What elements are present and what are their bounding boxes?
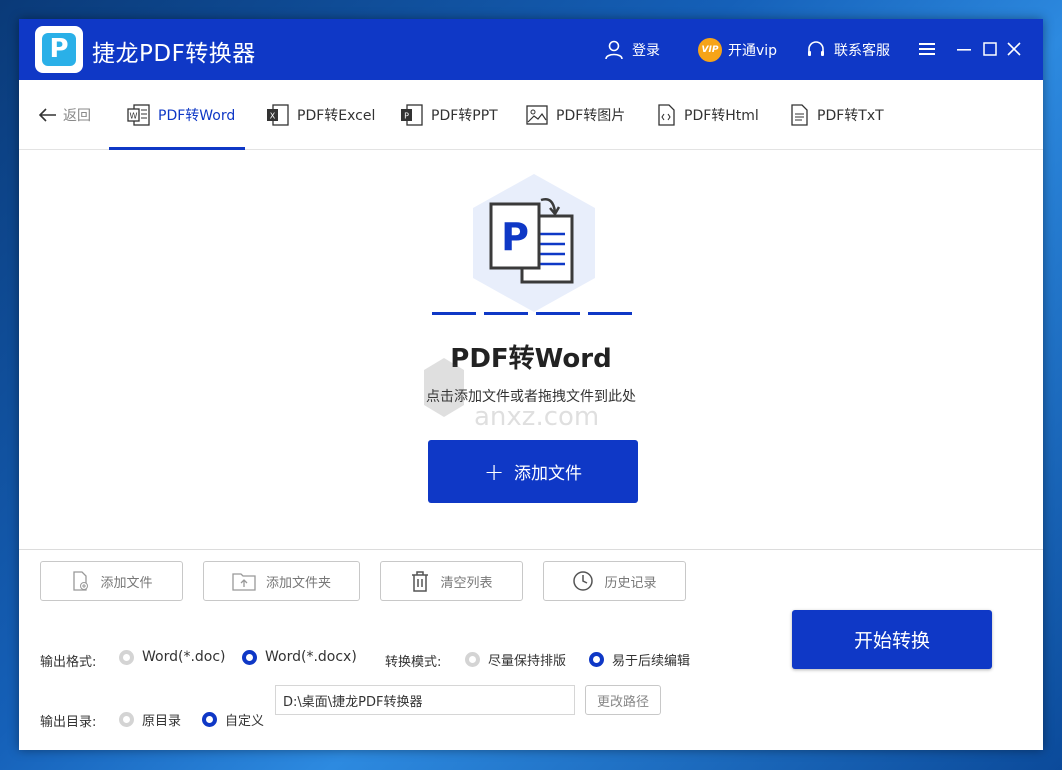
vip-button[interactable]: VIP 开通vip [698, 37, 777, 63]
excel-icon: X [267, 104, 289, 126]
mode-edit-label: 易于后续编辑 [612, 654, 691, 669]
maximize-icon[interactable] [980, 39, 1000, 59]
options-panel: 添加文件 添加文件夹 清空列表 历史记录 输出格式: Word(*.doc) W… [19, 549, 1043, 750]
clock-icon [573, 571, 594, 591]
change-path-button[interactable]: 更改路径 [585, 685, 661, 715]
vip-icon: VIP [698, 38, 722, 62]
format-docx-radio[interactable]: Word(*.docx) [242, 649, 357, 665]
mode-label: 转换模式: [385, 655, 442, 670]
svg-text:X: X [270, 112, 276, 121]
format-docx-label: Word(*.docx) [265, 649, 357, 665]
mode-layout-radio[interactable]: 尽量保持排版 [465, 650, 566, 669]
html-icon [658, 104, 675, 126]
tab-pdf-to-word[interactable]: W PDF转Word [108, 80, 246, 150]
radio-dot [119, 649, 134, 665]
back-label: 返回 [63, 108, 91, 124]
support-button[interactable]: 联系客服 [806, 37, 890, 63]
format-doc-label: Word(*.doc) [142, 649, 226, 665]
headset-icon [808, 41, 824, 56]
clear-list-label: 清空列表 [440, 575, 493, 591]
menu-icon[interactable] [917, 39, 937, 59]
add-file-button[interactable]: 添加文件 [40, 561, 183, 601]
history-label: 历史记录 [604, 575, 657, 591]
tab-label: PDF转TxT [817, 108, 884, 124]
tab-pdf-to-txt[interactable]: PDF转TxT [788, 80, 884, 150]
vip-label: 开通vip [728, 43, 778, 59]
clear-list-button[interactable]: 清空列表 [380, 561, 523, 601]
output-path-input[interactable] [275, 685, 575, 715]
format-doc-radio[interactable]: Word(*.doc) [119, 649, 226, 665]
user-icon [605, 40, 623, 60]
folder-upload-icon [232, 573, 256, 591]
tab-label: PDF转Word [158, 108, 236, 124]
add-file-label: 添加文件 [100, 575, 153, 591]
dir-original-label: 原目录 [142, 714, 182, 729]
app-logo: P [35, 26, 83, 73]
dir-custom-radio[interactable]: 自定义 [202, 710, 264, 729]
tab-label: PDF转PPT [431, 108, 498, 124]
svg-text:P: P [501, 215, 529, 259]
arrow-left-icon [39, 108, 56, 122]
title-bar: P 捷龙PDF转换器 登录 VIP 开通vip 联系客服 [19, 19, 1043, 80]
radio-dot [202, 712, 217, 727]
close-icon[interactable] [1004, 39, 1024, 59]
add-folder-button[interactable]: 添加文件夹 [203, 561, 360, 601]
history-button[interactable]: 历史记录 [543, 561, 686, 601]
tab-pdf-to-ppt[interactable]: P PDF转PPT [400, 80, 498, 150]
radio-dot [242, 649, 257, 665]
mode-layout-label: 尽量保持排版 [488, 654, 567, 669]
file-drop-area[interactable]: P PDF转Word 点击添加文件或者拖拽文件到此处 anxz.com + 添加… [19, 150, 1043, 549]
dir-custom-label: 自定义 [225, 714, 265, 729]
ppt-icon: P [401, 104, 423, 126]
drop-title: PDF转Word [450, 344, 612, 374]
app-title: 捷龙PDF转换器 [92, 41, 256, 67]
support-label: 联系客服 [834, 43, 890, 59]
minimize-icon[interactable] [954, 39, 974, 59]
tab-pdf-to-excel[interactable]: X PDF转Excel [266, 80, 375, 150]
radio-dot [119, 712, 134, 727]
tab-pdf-to-html[interactable]: PDF转Html [655, 80, 759, 150]
add-file-main-button[interactable]: + 添加文件 [428, 440, 638, 503]
logo-letter: P [42, 33, 76, 66]
svg-text:P: P [404, 112, 409, 121]
watermark-text: anxz.com [474, 402, 599, 430]
login-label: 登录 [632, 43, 660, 59]
login-button[interactable]: 登录 [604, 37, 660, 63]
add-file-icon [73, 571, 89, 591]
word-icon: W [127, 104, 150, 126]
tab-pdf-to-image[interactable]: PDF转图片 [525, 80, 625, 150]
tab-label: PDF转Excel [297, 108, 376, 124]
format-label: 输出格式: [40, 655, 97, 670]
radio-dot [589, 652, 604, 667]
image-icon [526, 105, 548, 125]
drop-subtitle: 点击添加文件或者拖拽文件到此处 [426, 389, 636, 405]
add-folder-label: 添加文件夹 [265, 575, 331, 591]
conversion-tabs: 返回 W PDF转Word X PDF转Excel P PDF转PPT PDF转… [19, 80, 1043, 150]
add-file-label: 添加文件 [514, 464, 583, 484]
pdf-to-word-illustration: P [473, 174, 595, 312]
tab-label: PDF转Html [684, 108, 759, 124]
trash-icon [412, 571, 429, 592]
app-window: P 捷龙PDF转换器 登录 VIP 开通vip 联系客服 返回 W PDF转Wo… [19, 19, 1043, 750]
back-button[interactable]: 返回 [39, 105, 91, 125]
txt-icon [791, 104, 808, 126]
plus-icon: + [483, 457, 505, 486]
radio-dot [465, 652, 480, 667]
mode-edit-radio[interactable]: 易于后续编辑 [589, 650, 690, 669]
svg-text:W: W [130, 112, 138, 121]
dir-original-radio[interactable]: 原目录 [119, 710, 181, 729]
dir-label: 输出目录: [40, 715, 97, 730]
decorative-dashes [432, 312, 632, 316]
tab-label: PDF转图片 [556, 108, 626, 124]
start-convert-button[interactable]: 开始转换 [792, 610, 992, 669]
